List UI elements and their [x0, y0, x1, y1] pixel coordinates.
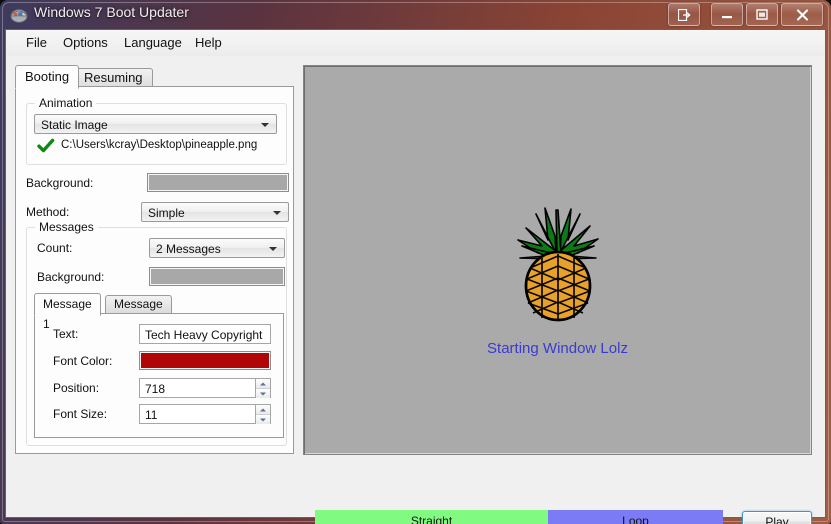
menu-help[interactable]: Help [189, 34, 228, 52]
settings-tab-control: Booting Resuming Animation Static Image [15, 65, 296, 455]
booting-tab-page: Animation Static Image C:\Users\kcray\De… [15, 86, 294, 454]
method-value: Simple [148, 206, 185, 220]
method-combo[interactable]: Simple [141, 202, 289, 222]
animation-type-value: Static Image [41, 118, 108, 132]
message-count-combo[interactable]: 2 Messages [149, 238, 285, 258]
animation-type-combo[interactable]: Static Image [34, 114, 277, 134]
messages-group: Messages Count: 2 Messages Background: M… [26, 220, 287, 446]
maximize-button[interactable] [746, 3, 778, 26]
tab-message-1[interactable]: Message 1 [34, 293, 101, 331]
position-stepper-down[interactable] [256, 388, 270, 398]
menu-bar: File Options Language Help [6, 30, 825, 57]
message-1-page: Text: Tech Heavy Copyright Font Color: P… [34, 313, 284, 438]
font-size-value: 11 [145, 408, 158, 422]
menu-options[interactable]: Options [57, 34, 114, 52]
window-title: Windows 7 Boot Updater [34, 4, 189, 20]
tab-message-2[interactable]: Message 2 [105, 295, 172, 328]
font-color-label: Font Color: [53, 354, 113, 368]
position-label: Position: [53, 381, 100, 395]
font-size-stepper-down[interactable] [256, 414, 270, 424]
title-bar: Windows 7 Boot Updater [0, 0, 831, 29]
close-button[interactable] [781, 3, 823, 26]
position-input[interactable]: 718 [139, 378, 256, 398]
font-size-stepper[interactable] [256, 404, 271, 424]
position-stepper-up[interactable] [256, 379, 270, 388]
chevron-down-icon [261, 123, 269, 127]
messages-group-label: Messages [35, 220, 98, 234]
chevron-down-icon [269, 247, 277, 251]
pineapple-image [512, 206, 604, 329]
tab-booting[interactable]: Booting [15, 65, 80, 89]
background-color-swatch[interactable] [147, 173, 289, 192]
window-frame: Windows 7 Boot Updater File Options Lang… [0, 0, 831, 524]
window-controls [665, 3, 823, 26]
restore-session-button[interactable] [668, 3, 700, 26]
background-label: Background: [26, 176, 94, 190]
app-icon [10, 5, 28, 23]
text-label: Text: [53, 327, 79, 341]
message-tab-control: Message 1 Message 2 Text: Tech Heavy Cop… [34, 293, 284, 438]
font-size-label: Font Size: [53, 407, 108, 421]
menu-file[interactable]: File [20, 34, 53, 52]
client-area: File Options Language Help Booting Resum… [5, 29, 826, 524]
animation-file-path: C:\Users\kcray\Desktop\pineapple.png [61, 139, 258, 151]
animation-group-label: Animation [35, 96, 97, 110]
play-button[interactable]: Play [742, 511, 812, 524]
phase-loop[interactable]: Loop [548, 510, 723, 524]
animation-group: Animation Static Image C:\Users\kcray\De… [26, 96, 287, 165]
menu-language[interactable]: Language [118, 34, 188, 52]
method-label: Method: [26, 205, 70, 219]
position-value: 718 [145, 382, 166, 396]
green-check-icon [37, 138, 55, 154]
chevron-down-icon [273, 211, 281, 215]
count-label: Count: [37, 241, 73, 255]
message-text-input[interactable]: Tech Heavy Copyright [139, 324, 271, 344]
font-color-swatch[interactable] [139, 351, 271, 370]
message-text-value: Tech Heavy Copyright [145, 328, 263, 342]
messages-background-label: Background: [37, 270, 105, 284]
preview-primary-message: Starting Window Lolz [487, 340, 628, 357]
font-size-stepper-up[interactable] [256, 405, 270, 414]
position-stepper[interactable] [256, 378, 271, 398]
phase-bar: Straight Loop [315, 510, 723, 524]
minimize-button[interactable] [711, 3, 743, 26]
tab-resuming[interactable]: Resuming [74, 68, 153, 88]
message-count-value: 2 Messages [156, 242, 221, 256]
main-body: Booting Resuming Animation Static Image [6, 56, 825, 524]
boot-preview[interactable]: Starting Window Lolz Tech Heavy Copyrigh… [303, 65, 812, 455]
font-size-input[interactable]: 11 [139, 404, 256, 424]
messages-background-swatch[interactable] [149, 267, 285, 286]
phase-straight[interactable]: Straight [315, 510, 548, 524]
application-window: Windows 7 Boot Updater File Options Lang… [0, 0, 831, 524]
